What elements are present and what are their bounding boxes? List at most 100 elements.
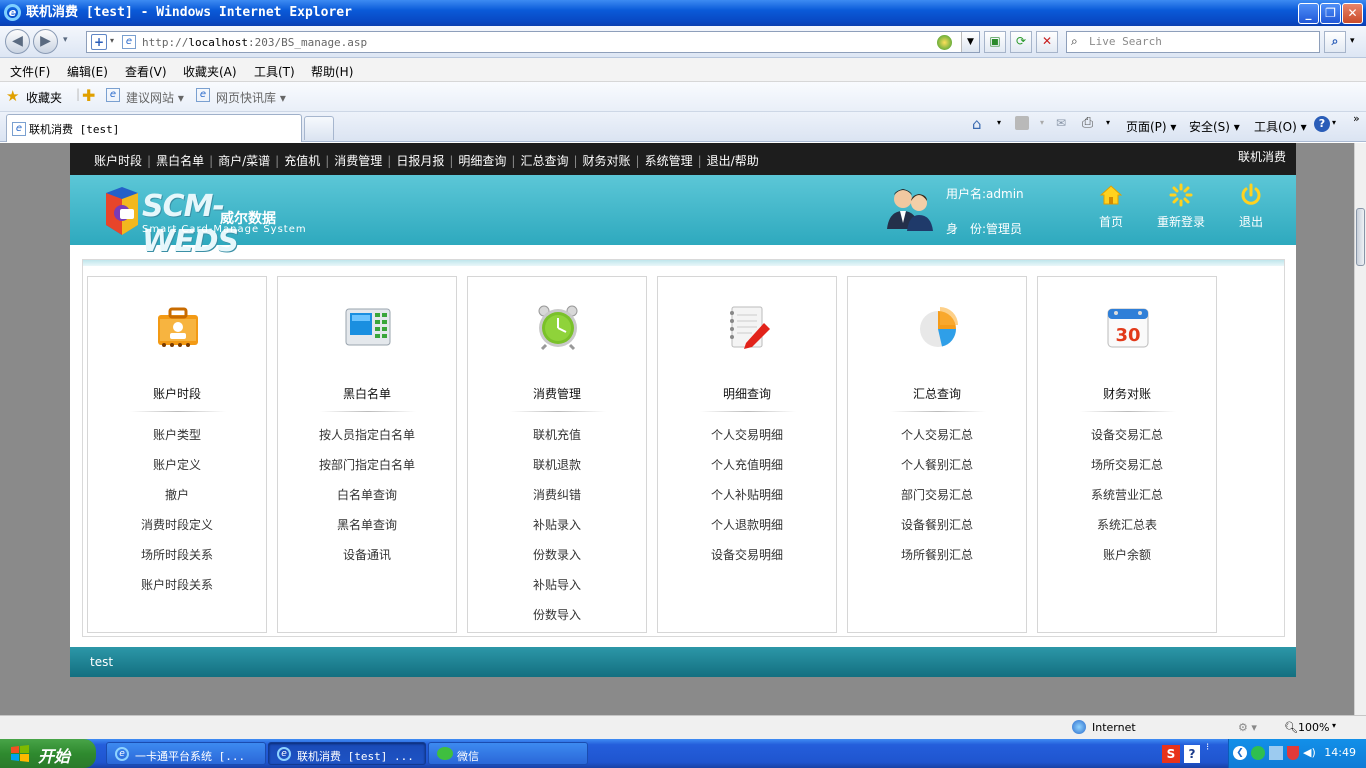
top-nav-item[interactable]: 明细查询 xyxy=(458,152,506,169)
page-menu[interactable]: 页面(P) ▾ xyxy=(1126,118,1176,135)
top-nav-item[interactable]: 日报月报 xyxy=(396,152,444,169)
alarm-clock-icon[interactable] xyxy=(534,303,582,351)
menu-edit[interactable]: 编辑(E) xyxy=(67,63,108,80)
top-nav-item[interactable]: 商户/菜谱 xyxy=(218,152,270,169)
module-link[interactable]: 消费纠错 xyxy=(468,487,646,517)
module-link[interactable]: 场所餐别汇总 xyxy=(848,547,1026,577)
module-title[interactable]: 财务对账 xyxy=(1038,385,1216,402)
module-link[interactable]: 个人餐别汇总 xyxy=(848,457,1026,487)
module-link[interactable]: 部门交易汇总 xyxy=(848,487,1026,517)
home-button[interactable]: 首页 xyxy=(1086,183,1136,230)
module-title[interactable]: 黑白名单 xyxy=(278,385,456,402)
module-title[interactable]: 汇总查询 xyxy=(848,385,1026,402)
close-button[interactable]: ✕ xyxy=(1342,3,1363,24)
search-options-icon[interactable]: ▾ xyxy=(1350,36,1355,46)
chevron-more-icon[interactable]: » xyxy=(1353,112,1360,125)
favorites-button[interactable]: 收藏夹 xyxy=(26,89,62,106)
module-link[interactable]: 设备交易汇总 xyxy=(1038,427,1216,457)
back-button[interactable]: ◀ xyxy=(5,29,30,54)
help-icon[interactable]: ? xyxy=(1314,116,1330,132)
ime-menu-icon[interactable]: ⁝ xyxy=(1206,742,1209,753)
module-link[interactable]: 白名单查询 xyxy=(278,487,456,517)
zoom-level[interactable]: 100% xyxy=(1298,721,1329,734)
zoom-dropdown-icon[interactable]: ▾ xyxy=(1332,721,1336,730)
url-text[interactable]: http://localhost:203/BS_manage.asp xyxy=(142,36,367,49)
module-link[interactable]: 份数导入 xyxy=(468,607,646,637)
module-link[interactable]: 系统营业汇总 xyxy=(1038,487,1216,517)
menu-file[interactable]: 文件(F) xyxy=(10,63,50,80)
module-title[interactable]: 账户时段 xyxy=(88,385,266,402)
module-link[interactable]: 补贴录入 xyxy=(468,517,646,547)
top-nav-item[interactable]: 汇总查询 xyxy=(520,152,568,169)
module-link[interactable]: 按部门指定白名单 xyxy=(278,457,456,487)
home-dropdown-icon[interactable]: ▾ xyxy=(997,118,1001,127)
module-link[interactable]: 按人员指定白名单 xyxy=(278,427,456,457)
ime-help-icon[interactable]: ? xyxy=(1184,745,1200,763)
module-link[interactable]: 黑名单查询 xyxy=(278,517,456,547)
module-link[interactable]: 个人交易明细 xyxy=(658,427,836,457)
module-link[interactable]: 个人退款明细 xyxy=(658,517,836,547)
add-favorite-icon[interactable]: + xyxy=(91,34,107,50)
search-input[interactable]: ⌕ Live Search xyxy=(1066,31,1320,53)
top-nav-item[interactable]: 系统管理 xyxy=(645,152,693,169)
module-title[interactable]: 消费管理 xyxy=(468,385,646,402)
forward-button[interactable]: ▶ xyxy=(33,29,58,54)
module-link[interactable]: 账户时段关系 xyxy=(88,577,266,607)
pie-chart-icon[interactable] xyxy=(914,303,962,351)
top-nav-item[interactable]: 消费管理 xyxy=(334,152,382,169)
task-item-3[interactable]: 微信 xyxy=(428,742,588,765)
tray-expand-icon[interactable]: ❮ xyxy=(1233,746,1247,760)
notebook-pen-icon[interactable] xyxy=(724,303,772,351)
help-dropdown-icon[interactable]: ▾ xyxy=(1332,118,1336,127)
module-link[interactable]: 补贴导入 xyxy=(468,577,646,607)
terminal-keypad-icon[interactable] xyxy=(344,303,392,351)
history-dropdown-icon[interactable]: ▾ xyxy=(63,35,68,45)
top-nav-item[interactable]: 财务对账 xyxy=(583,152,631,169)
module-link[interactable]: 账户定义 xyxy=(88,457,266,487)
tray-network-icon[interactable] xyxy=(1269,746,1283,760)
module-link[interactable]: 场所时段关系 xyxy=(88,547,266,577)
tray-volume-icon[interactable]: ◀) xyxy=(1303,746,1316,759)
add-to-favorites-icon[interactable]: ✚ xyxy=(82,86,95,105)
module-link[interactable]: 设备餐别汇总 xyxy=(848,517,1026,547)
module-link[interactable]: 联机充值 xyxy=(468,427,646,457)
module-link[interactable]: 账户类型 xyxy=(88,427,266,457)
start-button[interactable]: 开始 xyxy=(0,739,96,768)
compatibility-icon[interactable]: ▣ xyxy=(984,31,1006,53)
top-nav-item[interactable]: 黑白名单 xyxy=(156,152,204,169)
module-link[interactable]: 设备通讯 xyxy=(278,547,456,577)
module-link[interactable]: 消费时段定义 xyxy=(88,517,266,547)
task-item-1[interactable]: e 一卡通平台系统 [... xyxy=(106,742,266,765)
module-link[interactable]: 个人交易汇总 xyxy=(848,427,1026,457)
menu-view[interactable]: 查看(V) xyxy=(125,63,167,80)
safety-menu[interactable]: 安全(S) ▾ xyxy=(1189,118,1240,135)
menu-tools[interactable]: 工具(T) xyxy=(254,63,295,80)
top-nav-item[interactable]: 充值机 xyxy=(284,152,320,169)
tab-active[interactable]: e 联机消费 [test] xyxy=(6,114,302,142)
address-bar[interactable]: + ▾ e http://localhost:203/BS_manage.asp… xyxy=(86,31,980,53)
home-icon[interactable]: ⌂ xyxy=(972,115,982,133)
feeds-icon[interactable] xyxy=(1015,116,1029,130)
scrollbar-thumb[interactable] xyxy=(1356,208,1365,266)
logout-button[interactable]: 退出 xyxy=(1226,183,1276,230)
module-link[interactable]: 份数录入 xyxy=(468,547,646,577)
module-link[interactable]: 设备交易明细 xyxy=(658,547,836,577)
search-go-icon[interactable]: ⌕ xyxy=(1324,31,1346,53)
module-link[interactable]: 联机退款 xyxy=(468,457,646,487)
minimize-button[interactable]: _ xyxy=(1298,3,1319,24)
top-nav-item[interactable]: 账户时段 xyxy=(94,152,142,169)
protected-mode-icon[interactable]: ⚙ ▾ xyxy=(1238,721,1257,734)
tray-security-icon[interactable] xyxy=(1287,746,1299,760)
stop-icon[interactable]: ✕ xyxy=(1036,31,1058,53)
menu-favorites[interactable]: 收藏夹(A) xyxy=(183,63,237,80)
top-nav-item[interactable]: 退出/帮助 xyxy=(707,152,759,169)
refresh-icon[interactable]: ⟳ xyxy=(1010,31,1032,53)
print-icon[interactable]: ⎙ xyxy=(1082,115,1093,131)
module-link[interactable]: 账户余额 xyxy=(1038,547,1216,577)
module-link[interactable]: 个人充值明细 xyxy=(658,457,836,487)
new-tab-button[interactable] xyxy=(304,116,334,140)
mail-icon[interactable]: ✉ xyxy=(1056,116,1066,130)
module-link[interactable]: 场所交易汇总 xyxy=(1038,457,1216,487)
module-link[interactable]: 系统汇总表 xyxy=(1038,517,1216,547)
relogin-button[interactable]: 重新登录 xyxy=(1156,183,1206,230)
